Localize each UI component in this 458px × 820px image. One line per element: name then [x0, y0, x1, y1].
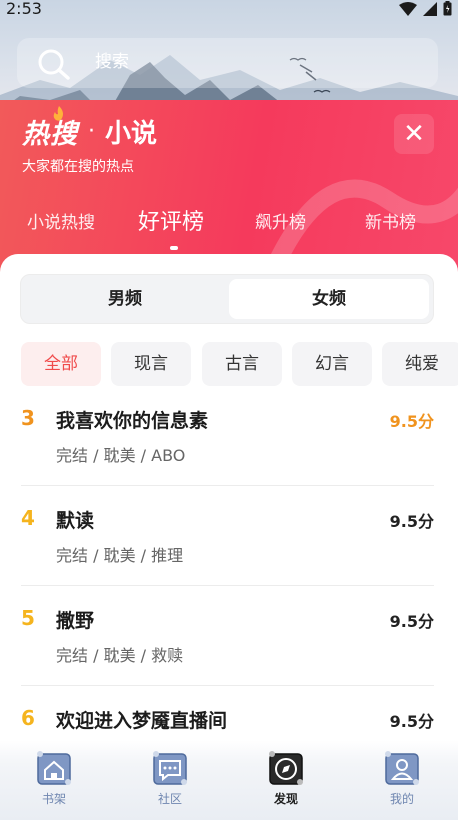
search-input[interactable] — [95, 52, 395, 72]
chip-all[interactable]: 全部 — [21, 342, 101, 386]
gender-option-male[interactable]: 男频 — [25, 279, 225, 319]
chip-modern-romance[interactable]: 现言 — [111, 342, 191, 386]
header-title-novel: 小说 — [105, 119, 158, 149]
rank-number: 5 — [21, 606, 35, 630]
content-panel: 男频 女频 全部 现言 古言 幻言 纯爱 3 我喜欢你的信息素 完结 / 耽美 … — [0, 254, 458, 754]
book-score: 9.5分 — [389, 512, 434, 531]
flame-icon — [53, 106, 63, 121]
gender-option-female[interactable]: 女频 — [229, 279, 429, 319]
gender-toggle: 男频 女频 — [20, 274, 434, 324]
ranking-tabs: 小说热搜 好评榜 飙升榜 新书榜 — [0, 208, 458, 248]
header-title: 热搜 · 小说 — [22, 106, 158, 151]
signal-icon — [423, 1, 437, 16]
community-icon — [153, 751, 187, 785]
status-time: 2:53 — [6, 0, 42, 18]
book-title: 欢迎进入梦魇直播间 — [56, 710, 228, 732]
status-bar: 2:53 — [0, 0, 458, 20]
chip-pure-love[interactable]: 纯爱 — [382, 342, 458, 386]
tab-top-rated[interactable]: 好评榜 — [138, 204, 204, 236]
book-title: 撒野 — [56, 610, 95, 632]
nav-item-discover[interactable]: 发现 — [256, 748, 316, 807]
book-meta: 完结 / 耽美 / 救赎 — [56, 646, 184, 665]
nav-item-community[interactable]: 社区 — [140, 748, 200, 807]
book-meta: 完结 / 耽美 / ABO — [56, 446, 186, 465]
book-score: 9.5分 — [389, 712, 434, 731]
search-icon — [38, 49, 70, 80]
status-icons — [399, 1, 452, 16]
category-chips: 全部 现言 古言 幻言 纯爱 — [21, 342, 458, 386]
header-title-hot: 热搜 — [22, 119, 78, 150]
book-title: 我喜欢你的信息素 — [56, 410, 209, 432]
nav-item-profile[interactable]: 我的 — [372, 748, 432, 807]
row-divider — [21, 585, 434, 586]
rank-number: 6 — [21, 706, 35, 730]
search-bar[interactable] — [17, 38, 438, 88]
chip-ancient-romance[interactable]: 古言 — [202, 342, 282, 386]
bookshelf-icon — [37, 751, 71, 785]
nav-item-bookshelf[interactable]: 书架 — [24, 748, 84, 807]
nav-label-community: 社区 — [157, 792, 182, 806]
book-score: 9.5分 — [389, 612, 434, 631]
book-score: 9.5分 — [389, 412, 434, 431]
wifi-icon — [399, 1, 417, 16]
close-icon: ✕ — [403, 119, 425, 149]
rank-number: 3 — [21, 406, 35, 430]
header-title-separator: · — [88, 119, 95, 144]
book-meta: 完结 / 耽美 / 推理 — [56, 546, 184, 565]
tab-novel-hot-search[interactable]: 小说热搜 — [27, 208, 95, 233]
nav-label-discover: 发现 — [273, 792, 298, 806]
nav-label-profile: 我的 — [389, 792, 414, 806]
hot-search-header: 热搜 · 小说 大家都在搜的热点 ✕ 小说热搜 好评榜 飙升榜 新书榜 — [0, 100, 458, 275]
row-divider — [21, 685, 434, 686]
tab-rising[interactable]: 飙升榜 — [255, 208, 306, 233]
tab-new-books[interactable]: 新书榜 — [365, 208, 416, 233]
row-divider — [21, 485, 434, 486]
bottom-navigation: 书架 社区 发现 我的 — [0, 740, 458, 820]
book-row[interactable]: 3 我喜欢你的信息素 完结 / 耽美 / ABO 9.5分 — [0, 396, 458, 496]
close-button[interactable]: ✕ — [394, 114, 434, 154]
profile-icon — [385, 751, 419, 785]
book-row[interactable]: 5 撒野 完结 / 耽美 / 救赎 9.5分 — [0, 596, 458, 696]
nav-label-bookshelf: 书架 — [41, 792, 66, 806]
compass-icon — [269, 751, 303, 785]
active-tab-indicator — [170, 246, 178, 250]
rank-number: 4 — [21, 506, 35, 530]
header-decoration — [269, 179, 458, 265]
book-title: 默读 — [56, 510, 95, 532]
header-subtitle: 大家都在搜的热点 — [22, 159, 134, 175]
chip-fantasy-romance[interactable]: 幻言 — [292, 342, 372, 386]
battery-icon — [443, 1, 452, 16]
book-row[interactable]: 4 默读 完结 / 耽美 / 推理 9.5分 — [0, 496, 458, 596]
